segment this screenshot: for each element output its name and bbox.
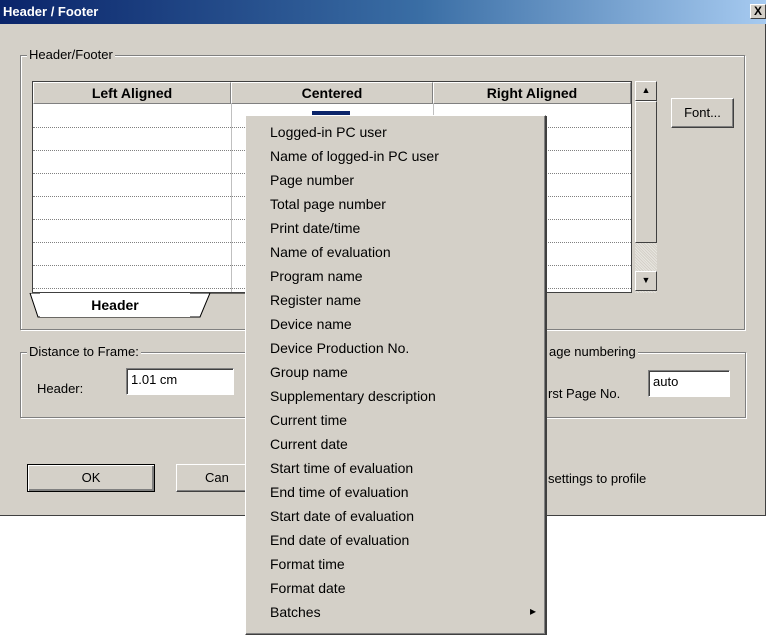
- first-page-number-label: rst Page No.: [548, 386, 621, 401]
- close-button[interactable]: X: [750, 4, 766, 19]
- scroll-thumb[interactable]: [635, 101, 657, 243]
- first-page-number-input[interactable]: auto: [648, 370, 730, 397]
- menu-item-current-time[interactable]: Current time: [270, 408, 347, 432]
- menu-item-register-name[interactable]: Register name: [270, 288, 361, 312]
- header-footer-group-label: Header/Footer: [27, 47, 115, 62]
- menu-item-start-date-of-evaluation[interactable]: Start date of evaluation: [270, 504, 414, 528]
- column-header-right-aligned[interactable]: Right Aligned: [433, 82, 631, 104]
- menu-item-end-date-of-evaluation[interactable]: End date of evaluation: [270, 528, 409, 552]
- ok-button[interactable]: OK: [27, 464, 155, 492]
- scroll-down-arrow-icon[interactable]: ▼: [635, 271, 657, 291]
- menu-item-group-name[interactable]: Group name: [270, 360, 348, 384]
- menu-item-format-date[interactable]: Format date: [270, 576, 345, 600]
- dialog-title: Header / Footer: [3, 4, 99, 19]
- menu-item-device-name[interactable]: Device name: [270, 312, 352, 336]
- header-distance-label: Header:: [37, 381, 84, 396]
- menu-item-print-date-time[interactable]: Print date/time: [270, 216, 360, 240]
- menu-item-supplementary-description[interactable]: Supplementary description: [270, 384, 436, 408]
- table-scrollbar[interactable]: ▲ ▼: [635, 81, 657, 293]
- cancel-button-label: Can: [205, 470, 229, 485]
- menu-item-format-time[interactable]: Format time: [270, 552, 345, 576]
- menu-item-total-page-number[interactable]: Total page number: [270, 192, 386, 216]
- menu-item-logged-in-pc-user[interactable]: Logged-in PC user: [270, 120, 387, 144]
- menu-item-current-date[interactable]: Current date: [270, 432, 348, 456]
- title-bar[interactable]: Header / Footer X: [0, 0, 766, 24]
- save-settings-to-profile-label[interactable]: settings to profile: [548, 471, 646, 486]
- menu-item-name-of-evaluation[interactable]: Name of evaluation: [270, 240, 391, 264]
- column-header-left-aligned[interactable]: Left Aligned: [33, 82, 231, 104]
- menu-item-device-production-no[interactable]: Device Production No.: [270, 336, 409, 360]
- distance-to-frame-label: Distance to Frame:: [27, 344, 141, 359]
- submenu-arrow-icon: ▸: [530, 604, 537, 618]
- scroll-up-arrow-icon[interactable]: ▲: [635, 81, 657, 101]
- menu-item-page-number[interactable]: Page number: [270, 168, 354, 192]
- menu-item-start-time-of-evaluation[interactable]: Start time of evaluation: [270, 456, 413, 480]
- column-divider: [231, 104, 232, 292]
- menu-item-batches[interactable]: Batches: [270, 600, 321, 624]
- menu-item-name-of-logged-in-pc-user[interactable]: Name of logged-in PC user: [270, 144, 439, 168]
- column-header-centered[interactable]: Centered: [231, 82, 433, 104]
- font-button[interactable]: Font...: [671, 98, 734, 128]
- menu-item-end-time-of-evaluation[interactable]: End time of evaluation: [270, 480, 409, 504]
- page-numbering-label: age numbering: [547, 344, 638, 359]
- header-distance-input[interactable]: 1.01 cm: [126, 368, 234, 395]
- insert-field-context-menu: Logged-in PC user Name of logged-in PC u…: [245, 115, 546, 635]
- tab-header[interactable]: Header: [40, 293, 190, 317]
- menu-item-program-name[interactable]: Program name: [270, 264, 363, 288]
